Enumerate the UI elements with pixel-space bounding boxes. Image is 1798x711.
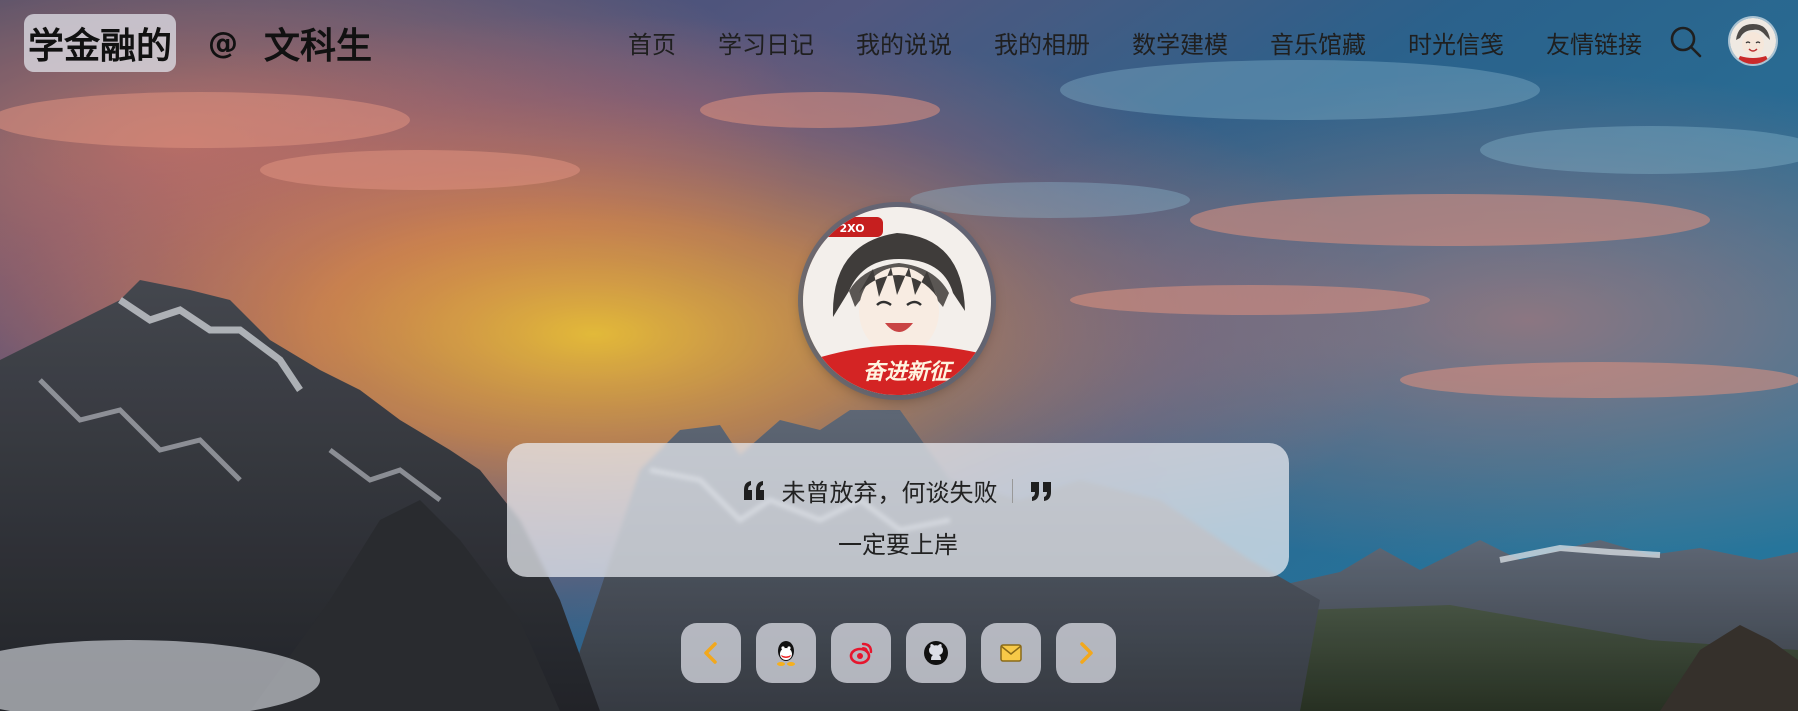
social-links <box>681 623 1116 683</box>
nav-item-my-posts[interactable]: 我的说说 <box>856 25 952 60</box>
quote-close-icon <box>1029 478 1055 504</box>
prev-button[interactable] <box>681 623 741 683</box>
qq-button[interactable] <box>756 623 816 683</box>
quote-line: 未曾放弃，何谈失败 <box>507 473 1289 508</box>
chevron-right-icon <box>1080 642 1093 664</box>
site-header: 学金融的 @ 文科生 首页 学习日记 我的说说 我的相册 数学建模 音乐馆藏 时… <box>0 0 1798 84</box>
github-button[interactable] <box>906 623 966 683</box>
quote-card: 未曾放弃，何谈失败 一定要上岸 <box>507 443 1289 577</box>
profile-avatar: 2XO 奋进新征 <box>803 207 991 395</box>
weibo-button[interactable] <box>831 623 891 683</box>
brand-suffix: 文科生 <box>264 26 373 67</box>
search-icon[interactable] <box>1668 24 1704 60</box>
nav-item-math-modeling[interactable]: 数学建模 <box>1132 25 1228 60</box>
nav-item-friend-links[interactable]: 友情链接 <box>1546 25 1642 60</box>
nav-item-home[interactable]: 首页 <box>628 25 676 60</box>
github-icon <box>924 641 948 665</box>
quote-open-icon <box>742 478 768 504</box>
nav-item-music-collection[interactable]: 音乐馆藏 <box>1270 25 1366 60</box>
nav-item-my-album[interactable]: 我的相册 <box>994 25 1090 60</box>
brand-name[interactable]: 学金融的 <box>24 14 177 72</box>
nav-item-study-diary[interactable]: 学习日记 <box>718 25 814 60</box>
quote-text: 未曾放弃，何谈失败 <box>781 479 998 507</box>
avatar-badge-text: 2XO <box>839 222 864 235</box>
main-nav: 首页 学习日记 我的说说 我的相册 数学建模 音乐馆藏 时光信笺 友情链接 <box>628 24 1642 60</box>
next-button[interactable] <box>1056 623 1116 683</box>
mail-icon <box>1000 644 1022 662</box>
quote-subtext: 一定要上岸 <box>838 531 958 559</box>
brand[interactable]: 学金融的 @ 文科生 <box>24 14 372 72</box>
chevron-left-icon <box>704 642 717 664</box>
weibo-icon <box>849 642 873 665</box>
brand-at-symbol: @ <box>208 25 239 61</box>
avatar-banner-text: 奋进新征 <box>863 359 955 385</box>
user-avatar[interactable] <box>1730 18 1776 64</box>
typing-cursor <box>1011 478 1013 503</box>
nav-item-time-letters[interactable]: 时光信笺 <box>1408 25 1504 60</box>
mail-button[interactable] <box>981 623 1041 683</box>
qq-icon <box>777 641 795 666</box>
hero-section: 学金融的 @ 文科生 首页 学习日记 我的说说 我的相册 数学建模 音乐馆藏 时… <box>0 0 1798 711</box>
